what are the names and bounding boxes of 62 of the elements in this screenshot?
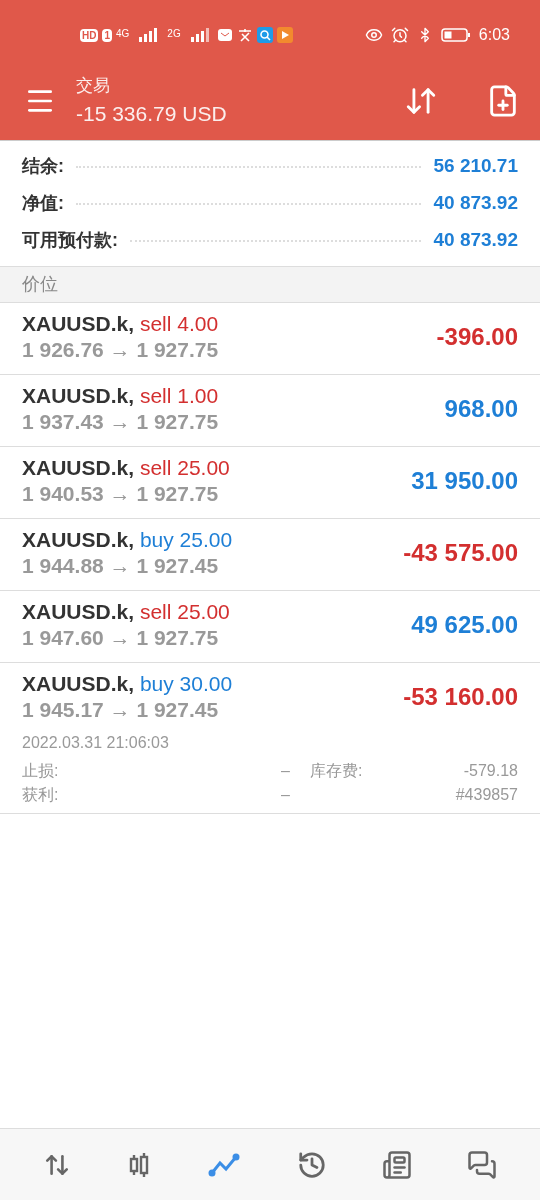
detail-label: 止损: xyxy=(22,761,60,781)
detail-value: – xyxy=(280,785,290,805)
network-type: 2G xyxy=(167,29,181,39)
section-title: 价位 xyxy=(22,273,58,296)
hd-badge: HD xyxy=(80,28,99,42)
symbol: XAUUSD.k, xyxy=(22,528,135,551)
summary-label: 结余: xyxy=(22,155,64,178)
symbol: XAUUSD.k, xyxy=(22,312,135,335)
search-app-icon xyxy=(256,27,273,43)
summary-value: 40 873.92 xyxy=(433,228,518,253)
position-row[interactable]: XAUUSD.k, sell 25.00 1 947.60 → 1 927.75 49 625.00 xyxy=(0,591,540,663)
symbol: XAUUSD.k, xyxy=(22,384,135,407)
symbol: XAUUSD.k, xyxy=(22,456,135,479)
summary-label: 净值: xyxy=(22,192,64,215)
battery-icon xyxy=(440,27,471,43)
symbol: XAUUSD.k, xyxy=(22,600,135,623)
price-change: 1 945.17 → 1 927.45 xyxy=(22,697,220,723)
profit: -43 575.00 xyxy=(403,538,518,568)
order-volume: sell 25.00 xyxy=(139,456,230,479)
clock-time: 6:03 xyxy=(478,25,510,45)
screen-title: 交易 xyxy=(76,74,111,97)
news-icon xyxy=(381,1149,412,1180)
profit: -396.00 xyxy=(436,322,518,352)
history-icon xyxy=(296,1149,327,1180)
profit: 31 950.00 xyxy=(411,466,518,496)
price-change: 1 940.53 → 1 927.75 xyxy=(22,481,220,507)
price-change: 1 947.60 → 1 927.75 xyxy=(22,625,220,651)
order-volume: sell 4.00 xyxy=(139,312,219,335)
order-volume: buy 30.00 xyxy=(139,672,233,695)
profit: 968.00 xyxy=(444,394,518,424)
detail-value: – xyxy=(280,761,290,781)
sim-badge: 1 xyxy=(102,28,112,42)
order-volume: sell 25.00 xyxy=(139,600,230,623)
order-volume: sell 1.00 xyxy=(139,384,219,407)
ticket-number: #439857 xyxy=(454,785,518,805)
detail-value: -579.18 xyxy=(463,761,518,781)
play-app-icon xyxy=(276,27,293,43)
summary-value: 40 873.92 xyxy=(433,191,518,216)
summary-label: 可用预付款: xyxy=(22,229,118,252)
alarm-icon xyxy=(390,26,409,44)
price-change: 1 926.76 → 1 927.75 xyxy=(22,337,219,363)
position-row[interactable]: XAUUSD.k, buy 25.00 1 944.88 → 1 927.45 -43 575.00 xyxy=(0,519,540,591)
summary-value: 56 210.71 xyxy=(433,154,518,179)
price-change: 1 937.43 → 1 927.75 xyxy=(22,409,219,435)
detail-label: 库存费: xyxy=(310,761,363,781)
order-volume: buy 25.00 xyxy=(139,528,233,551)
network-type: 4G xyxy=(116,29,130,39)
symbol: XAUUSD.k, xyxy=(22,672,135,695)
floating-profit: -15 336.79 USD xyxy=(76,101,227,127)
position-row[interactable]: XAUUSD.k, sell 25.00 1 940.53 → 1 927.75 31 950.00 xyxy=(0,447,540,519)
price-change: 1 944.88 → 1 927.45 xyxy=(22,553,220,579)
detail-label: 获利: xyxy=(22,785,60,805)
chat-icon xyxy=(466,1149,497,1180)
app-icon xyxy=(236,27,253,43)
open-time: 2022.03.31 21:06:03 xyxy=(22,733,170,753)
profit: -53 160.00 xyxy=(403,682,518,712)
position-row[interactable]: XAUUSD.k, sell 4.00 1 926.76 → 1 927.75 -396.00 xyxy=(0,303,540,375)
eye-icon xyxy=(364,26,383,44)
profit: 49 625.00 xyxy=(411,610,518,640)
mail-icon xyxy=(216,27,233,43)
position-row[interactable]: XAUUSD.k, sell 1.00 1 937.43 → 1 927.75 968.00 xyxy=(0,375,540,447)
position-row[interactable]: XAUUSD.k, buy 30.00 1 945.17 → 1 927.45 -53 160.00 2022.03.31 21:06:03 止损: – 库存费: -579.18 获利: – #439857 xyxy=(0,663,540,814)
